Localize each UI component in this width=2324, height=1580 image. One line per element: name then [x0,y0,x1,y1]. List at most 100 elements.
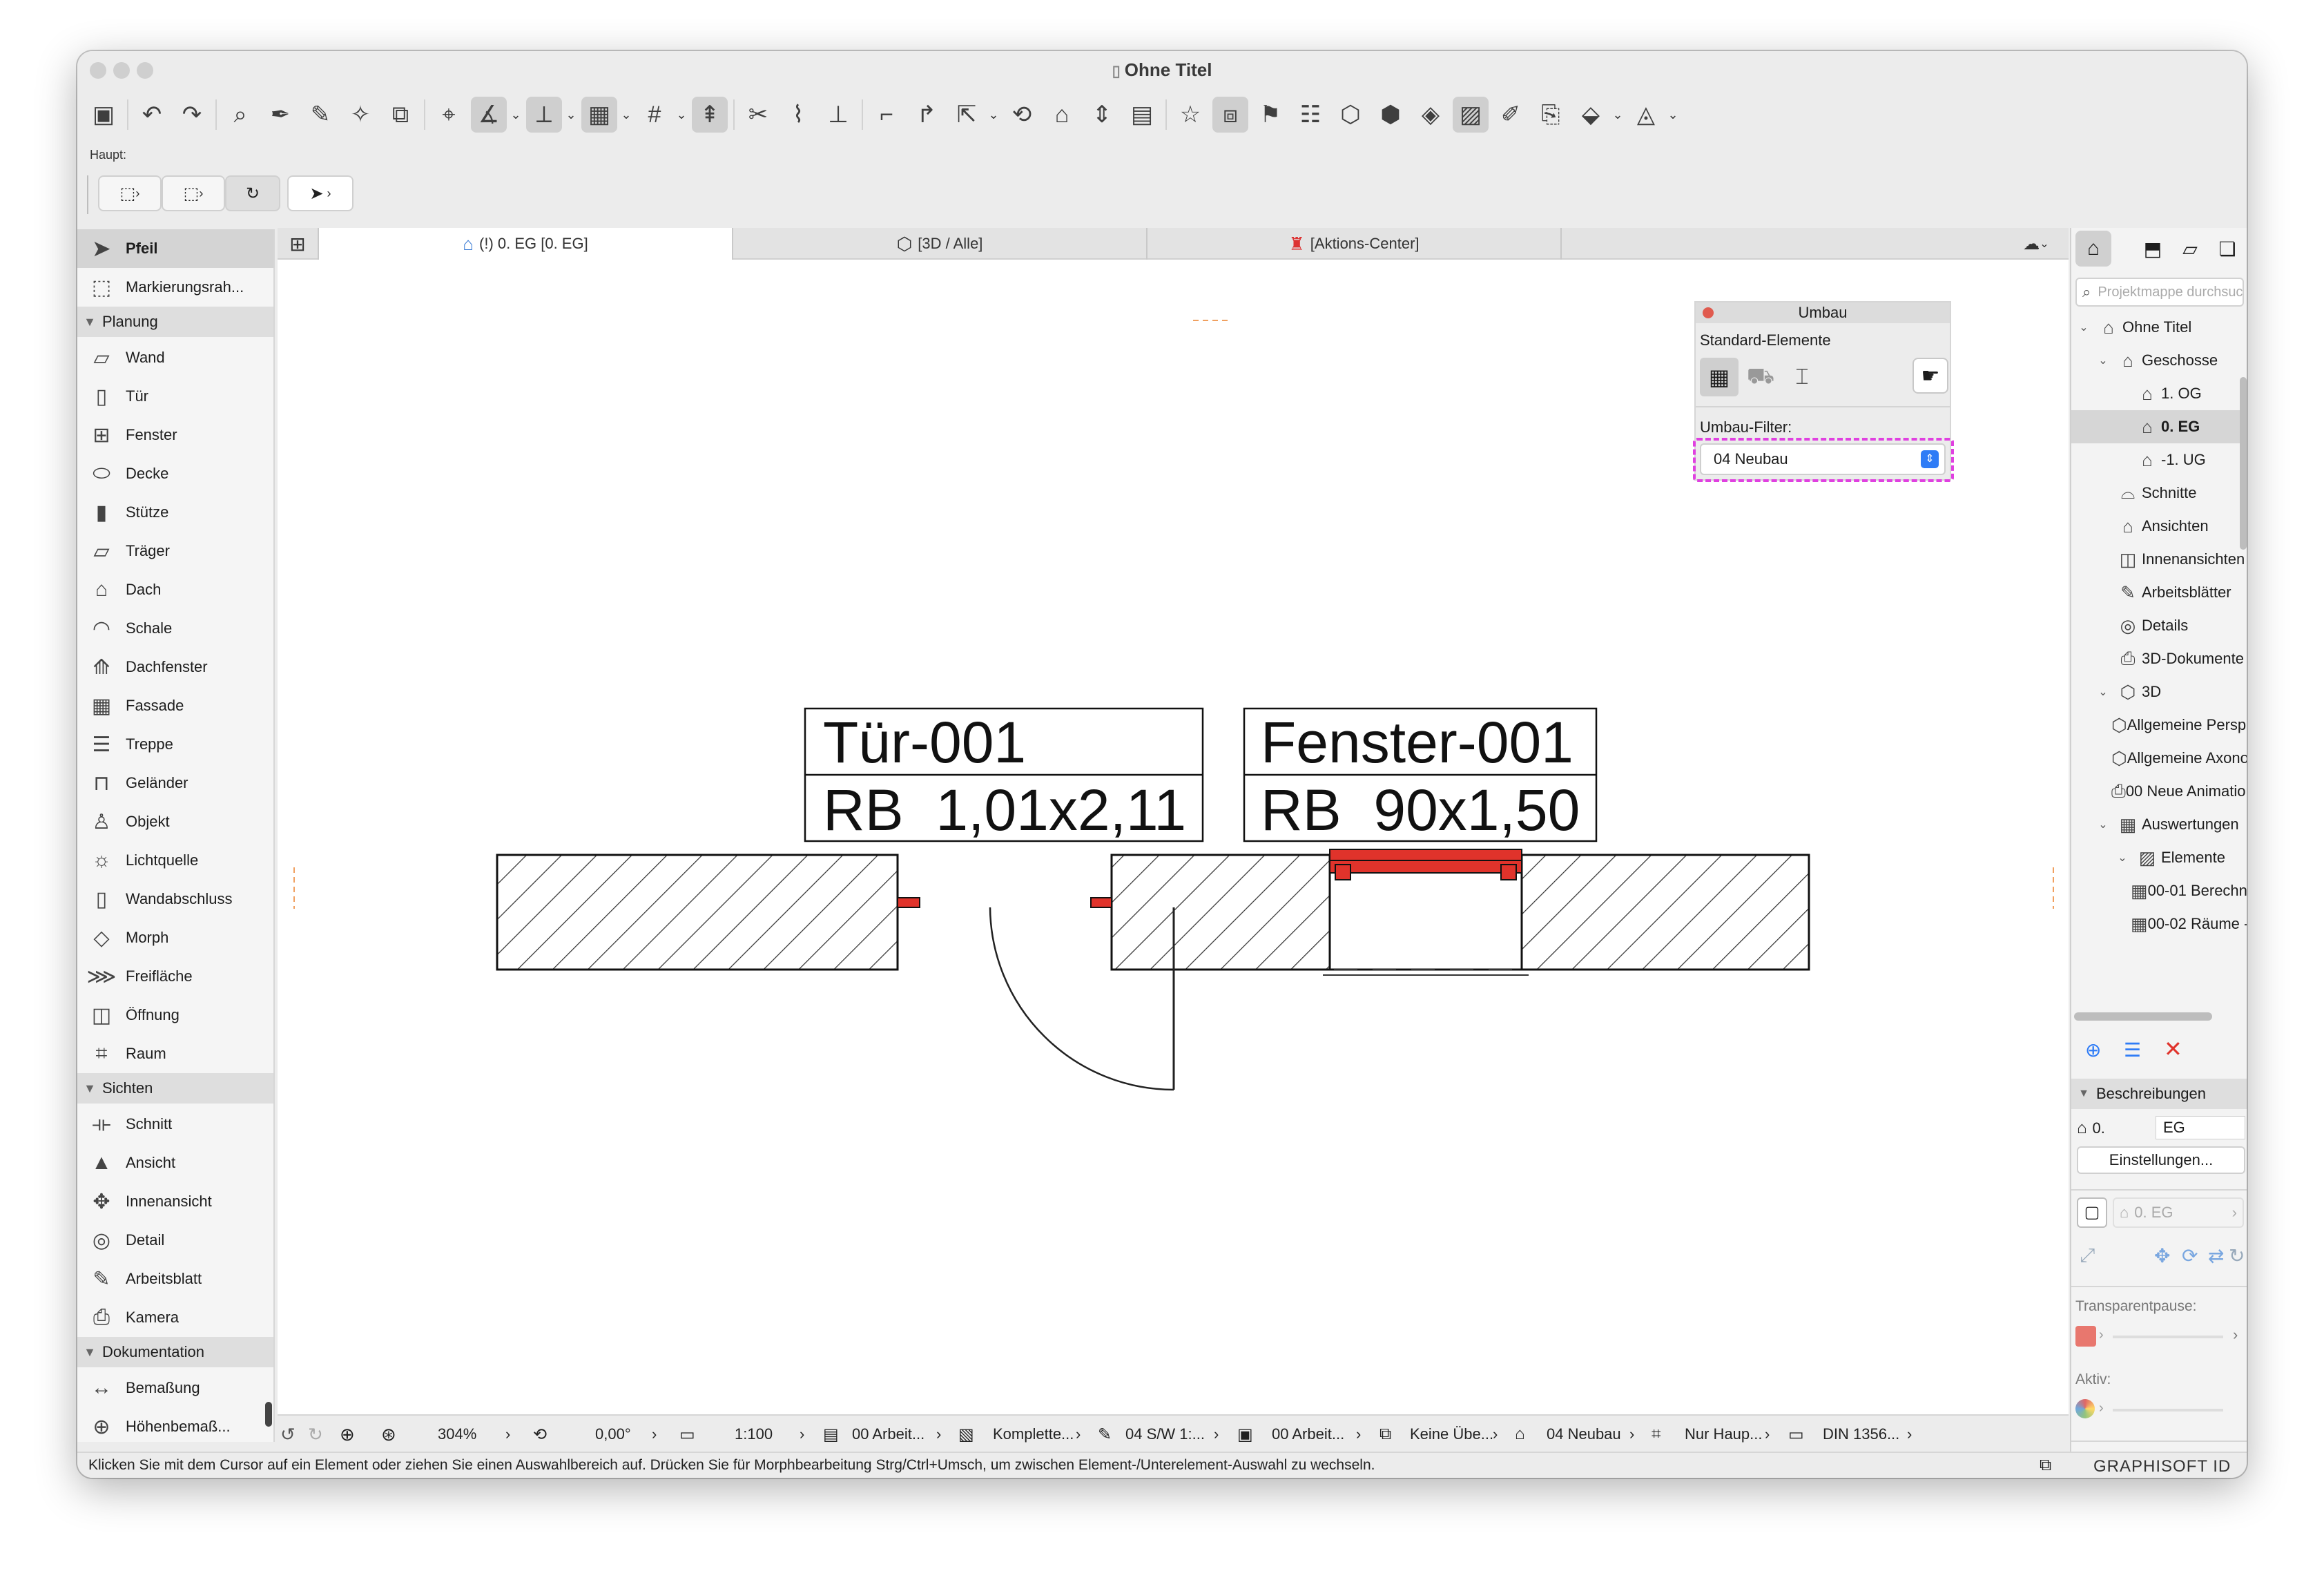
guide-lines-button[interactable]: ∡ [471,97,507,133]
tree-vertical-scrollbar[interactable] [2240,377,2247,550]
chevron-right-icon[interactable]: › [1765,1416,1770,1453]
tool-window[interactable]: ⊞ Fenster [77,416,273,454]
tool-mesh[interactable]: ⋙ Freifläche [77,957,273,996]
tool-camera[interactable]: ⎙ Kamera [77,1298,273,1337]
tool-shell[interactable]: ◠ Schale [77,609,273,648]
tree-item[interactable]: ⌄ ▦ Auswertungen [2071,808,2247,841]
project-map-button[interactable]: ⌂ [2075,231,2111,267]
tree-item[interactable]: ▦00-02 Räume - F [2071,907,2247,933]
dimension-style-value[interactable]: Nur Haup... [1685,1416,1763,1453]
layout-button[interactable]: # [637,97,672,133]
tool-level-dimension[interactable]: ⊕ Höhenbemaß... [77,1407,273,1442]
publish-button[interactable]: ⎘ [1533,97,1569,133]
tree-item[interactable]: ⌄ ⌂ Ohne Titel [2071,311,2247,344]
fillet-button[interactable]: ⌐ [869,97,904,133]
chevron-right-icon[interactable]: › [1493,1416,1498,1453]
issues-button[interactable]: ⚑ [1252,97,1288,133]
orientation-value[interactable]: 0,00° [595,1416,631,1453]
magic-wand-button[interactable]: ✧ [342,97,378,133]
delete-icon[interactable]: ✕ [2164,1036,2182,1062]
inject-parameters-button[interactable]: ✎ [302,97,338,133]
info-box-grip[interactable] [87,175,88,214]
chevron-down-icon[interactable]: ⌄ [674,97,689,133]
chevron-down-icon[interactable]: ⌄ [619,97,634,133]
scale-value[interactable]: 1:100 [735,1416,773,1453]
teamwork-button[interactable]: ⬙ [1573,97,1609,133]
settings-list-icon[interactable]: ☰ [2124,1039,2141,1061]
renovation-settings-button[interactable]: ☛ [1913,358,1948,394]
tool-railing[interactable]: ⊓ Geländer [77,764,273,802]
model-view-button[interactable]: ⬢ [1373,97,1408,133]
structure-display-value[interactable]: Komplette... [993,1416,1074,1453]
tool-door[interactable]: ▯ Tür [77,377,273,416]
tab-floor-plan[interactable]: ⌂ (!) 0. EG [0. EG] [319,228,733,260]
chevron-right-icon[interactable]: › [800,1416,804,1453]
chevron-down-icon[interactable]: ⌄ [563,97,579,133]
chevron-right-icon[interactable]: › [936,1416,941,1453]
redo-button[interactable]: ↷ [174,97,210,133]
door-label[interactable]: Tür-001 RB 1,01x2,11 [804,707,1204,842]
chevron-down-icon[interactable]: ⌄ [986,97,1001,133]
mirror-button[interactable]: ⌂ [1044,97,1080,133]
tool-elevation[interactable]: ▲ Ansicht [77,1144,273,1182]
toolbox-scrollbar[interactable] [265,1402,272,1427]
zoom-value[interactable]: 304% [438,1416,476,1453]
marquee-type-button[interactable]: ⬚ › [162,175,225,211]
pen-set-value[interactable]: 04 S/W 1:... [1125,1416,1205,1453]
adjust-button[interactable]: ⌇ [780,97,816,133]
save-button[interactable]: ▣ [86,97,122,133]
tree-item[interactable]: ⌓ Schnitte [2071,476,2247,510]
tree-item[interactable]: ⬡Allgemeine Perspektive [2071,709,2247,742]
tool-worksheet[interactable]: ✎ Arbeitsblatt [77,1260,273,1298]
tree-item[interactable]: ▦00-01 Berechnung [2071,874,2247,907]
measure-button[interactable]: ✐ [1493,97,1529,133]
elevate-button[interactable]: ⇕ [1084,97,1120,133]
renovation-new-button[interactable]: ⌶ [1783,358,1821,396]
renovation-filter-select[interactable]: 04 Neubau ⇕ [1700,443,1946,475]
view-map-button[interactable]: ⬒ [2138,231,2168,267]
tree-item[interactable]: ⌂ Ansichten [2071,510,2247,543]
layers-button[interactable]: ▤ [1124,97,1160,133]
3d-view-button[interactable]: ▨ [1453,97,1489,133]
fit-view-icon[interactable]: ⤢ [2080,1244,2095,1267]
rotate-view-icon[interactable]: ⟳ [2182,1244,2198,1267]
toolbox-group-header[interactable]: ▼ Dokumentation [77,1337,273,1367]
tree-item[interactable]: ⎙ 3D-Dokumente [2071,642,2247,675]
wall-right[interactable] [1520,854,1810,971]
refresh-icon[interactable]: ↻ [2229,1244,2245,1267]
split-button[interactable]: ✂ [740,97,776,133]
tool-slab[interactable]: ⬭ Decke [77,454,273,493]
tab-action-center[interactable]: ♜ [Aktions-Center] [1148,228,1562,260]
disclosure-triangle-icon[interactable]: ⌄ [2092,354,2114,367]
tree-item[interactable]: ⎙ 00 Neue Animation [2071,775,2247,808]
gravity-button[interactable]: ⌖ [431,97,467,133]
tool-lamp[interactable]: ☼ Lichtquelle [77,841,273,880]
disclosure-triangle-icon[interactable]: ⌄ [2111,851,2133,865]
tool-stair[interactable]: ☰ Treppe [77,725,273,764]
settings-button[interactable]: Einstellungen... [2077,1146,2245,1174]
tool-column[interactable]: ▮ Stütze [77,493,273,532]
wall-left[interactable] [496,854,899,971]
rotate-button[interactable]: ⟲ [1004,97,1040,133]
view-thumbnail-button[interactable]: ▢ [2077,1197,2107,1228]
view-options-button[interactable]: ☁ ⌄ [2004,228,2069,260]
story-name-input[interactable]: EG [2156,1116,2245,1139]
chevron-right-icon[interactable]: › [1629,1416,1634,1453]
descriptions-section-header[interactable]: ▼ Beschreibungen [2071,1079,2247,1109]
disclosure-triangle-icon[interactable]: ⌄ [2092,685,2114,699]
layout-book-button[interactable]: ▱ [2175,231,2205,267]
tree-item[interactable]: ⬡Allgemeine Axonometrie [2071,742,2247,775]
graphic-override-button[interactable]: ◈ [1413,97,1449,133]
tree-item[interactable]: ⌂ 0. EG [2071,410,2247,443]
chevron-right-icon[interactable]: › [1214,1416,1219,1453]
window-label[interactable]: Fenster-001 RB 90x1,50 [1243,707,1598,842]
renovation-demolish-button[interactable]: ⛟ [1741,358,1780,396]
undo-button[interactable]: ↶ [134,97,170,133]
active-color-wheel[interactable] [2075,1399,2095,1418]
trace-slider[interactable] [2113,1336,2223,1338]
close-palette-button[interactable] [1703,307,1714,318]
chevron-right-icon[interactable]: › [1076,1416,1081,1453]
chevron-right-icon[interactable]: › [2233,1326,2238,1344]
arrow-tool-settings-button[interactable]: ➤ › [287,175,354,211]
renovation-button[interactable]: ⧈ [1212,97,1248,133]
